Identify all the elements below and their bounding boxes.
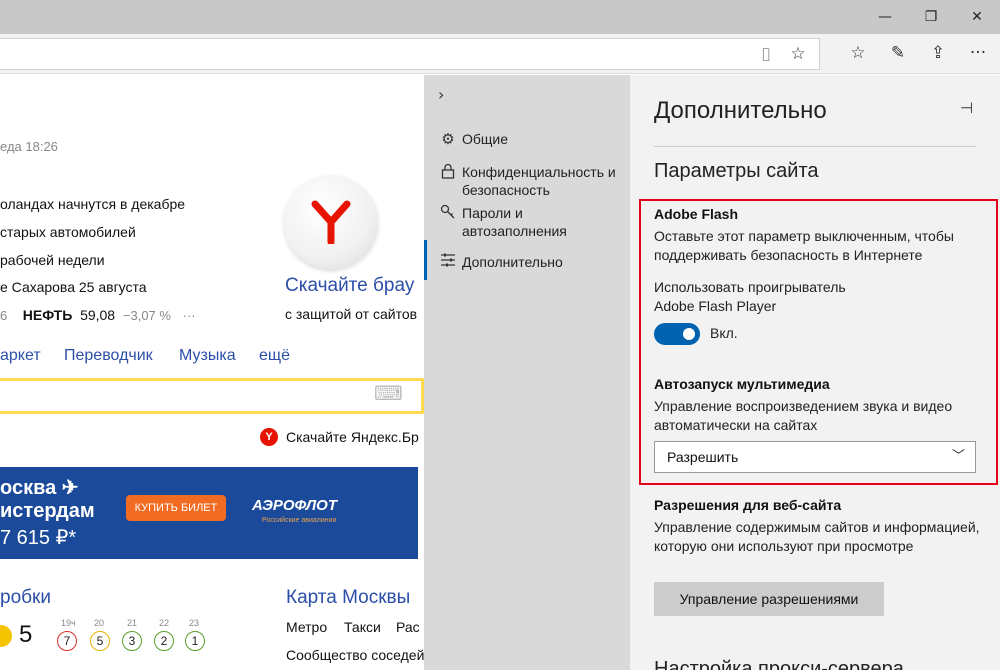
settings-flyout: › ⚙ Общие Конфиденциальность и безопасно… bbox=[424, 75, 1000, 670]
yandex-download-text: Скачайте Яндекс.Бр bbox=[286, 429, 419, 445]
banner-route-from: осква ✈ bbox=[0, 477, 79, 499]
traffic-light-icon bbox=[0, 625, 12, 647]
flash-toggle-description: Использовать проигрыватель Adobe Flash P… bbox=[654, 279, 846, 314]
map-link-community[interactable]: Сообщество соседей bbox=[286, 647, 424, 663]
traffic-title[interactable]: робки bbox=[0, 587, 51, 609]
adobe-flash-heading: Adobe Flash bbox=[654, 206, 739, 222]
nav-item-label: Конфиденциальность и безопасность bbox=[462, 164, 616, 198]
nav-item-passwords[interactable]: Пароли и автозаполнения bbox=[424, 204, 630, 240]
quote-prefix: 6 bbox=[0, 308, 8, 323]
nav-item-label: Дополнительно bbox=[462, 254, 563, 270]
traffic-level: 5 bbox=[19, 621, 33, 648]
download-browser-subtitle: с защитой от сайтов bbox=[285, 306, 418, 322]
more-icon[interactable]: ··· bbox=[958, 34, 998, 72]
autoplay-select[interactable]: Разрешить ﹀ bbox=[654, 441, 976, 473]
news-item[interactable]: старых автомобилей bbox=[0, 224, 136, 240]
site-permissions-description: Управление содержимым сайтов и информаци… bbox=[654, 519, 980, 554]
map-link-metro[interactable]: Метро bbox=[286, 619, 327, 635]
pin-icon[interactable]: ⊣ bbox=[960, 99, 973, 117]
traffic-forecast: 2 bbox=[154, 631, 174, 651]
settings-nav: › ⚙ Общие Конфиденциальность и безопасно… bbox=[424, 75, 630, 670]
oil-label[interactable]: НЕФТЬ bbox=[23, 307, 72, 323]
advanced-settings-pane: Дополнительно ⊣ Параметры сайта Adobe Fl… bbox=[630, 75, 1000, 670]
toggle-knob bbox=[683, 328, 695, 340]
yandex-small-logo-icon: Y bbox=[260, 428, 278, 446]
yandex-search-input[interactable]: ⌨ bbox=[0, 378, 424, 414]
traffic-forecast: 3 bbox=[122, 631, 142, 651]
flash-toggle-switch[interactable] bbox=[654, 323, 700, 345]
minimize-icon[interactable]: — bbox=[862, 0, 908, 34]
traffic-forecast: 1 bbox=[185, 631, 205, 651]
restore-icon[interactable]: ❐ bbox=[908, 0, 954, 34]
autoplay-heading: Автозапуск мультимедиа bbox=[654, 376, 830, 392]
oil-value: 59,08 bbox=[80, 307, 116, 323]
download-browser-link[interactable]: Скачайте брау bbox=[285, 275, 414, 297]
nav-item-label: Общие bbox=[462, 131, 509, 147]
adobe-flash-description: Оставьте этот параметр выключенным, чтоб… bbox=[654, 228, 954, 263]
news-item[interactable]: рабочей недели bbox=[0, 252, 105, 268]
autoplay-selected-value: Разрешить bbox=[667, 449, 739, 465]
key-icon bbox=[424, 204, 462, 224]
nav-item-general[interactable]: ⚙ Общие bbox=[424, 130, 630, 148]
traffic-hour: 19ч bbox=[61, 618, 76, 628]
aeroflot-banner[interactable]: осква ✈ истердам 7 615 ₽* КУПИТЬ БИЛЕТ А… bbox=[0, 467, 418, 559]
map-title[interactable]: Карта Москвы bbox=[286, 587, 410, 609]
pane-title: Дополнительно bbox=[654, 97, 827, 124]
chevron-down-icon: ﹀ bbox=[951, 449, 965, 464]
flash-toggle-state: Вкл. bbox=[710, 325, 738, 341]
quotes-row: 6 НЕФТЬ 59,08 −3,07 % ··· bbox=[0, 307, 196, 323]
yandex-y-icon bbox=[311, 200, 351, 244]
keyboard-icon[interactable]: ⌨ bbox=[374, 381, 403, 405]
favorites-list-icon[interactable]: ☆ bbox=[838, 34, 878, 72]
title-bar: — ❐ ✕ bbox=[0, 0, 1000, 34]
nav-item-label: Пароли и автозаполнения bbox=[462, 205, 567, 239]
quotes-more[interactable]: ··· bbox=[183, 308, 196, 323]
traffic-hour: 20 bbox=[94, 618, 105, 628]
web-page: еда 18:26 оландах начнутся в декабре ста… bbox=[0, 75, 424, 670]
traffic-forecast: 7 bbox=[57, 631, 77, 651]
yandex-browser-logo[interactable] bbox=[284, 175, 378, 269]
site-permissions-heading: Разрешения для веб-сайта bbox=[654, 497, 842, 513]
banner-route-to: истердам bbox=[0, 500, 95, 522]
share-icon[interactable]: ⇪ bbox=[918, 34, 958, 72]
favorite-star-icon[interactable]: ☆ bbox=[778, 35, 818, 73]
traffic-hour: 21 bbox=[127, 618, 138, 628]
oil-change: −3,07 % bbox=[122, 308, 171, 323]
service-link-translate[interactable]: Переводчик bbox=[64, 347, 153, 365]
service-link-market[interactable]: аркет bbox=[0, 347, 41, 365]
service-link-more[interactable]: ещё bbox=[259, 347, 290, 365]
close-icon[interactable]: ✕ bbox=[954, 0, 1000, 34]
nav-item-advanced[interactable]: Дополнительно bbox=[424, 253, 630, 271]
divider bbox=[654, 146, 976, 147]
yandex-download-link[interactable]: Y Скачайте Яндекс.Бр bbox=[260, 428, 419, 446]
lock-icon bbox=[424, 163, 462, 183]
map-link-schedule[interactable]: Рас bbox=[396, 619, 420, 635]
manage-permissions-button[interactable]: Управление разрешениями bbox=[654, 582, 884, 616]
weather-time: еда 18:26 bbox=[0, 139, 58, 154]
nav-item-privacy[interactable]: Конфиденциальность и безопасность bbox=[424, 163, 630, 199]
news-item[interactable]: е Сахарова 25 августа bbox=[0, 279, 147, 295]
browser-toolbar: ▯ ☆ ☆ ✎ ⇪ ··· bbox=[0, 34, 1000, 74]
traffic-hour: 23 bbox=[189, 618, 200, 628]
gear-icon: ⚙ bbox=[441, 130, 455, 148]
address-bar[interactable]: ▯ ☆ bbox=[0, 38, 820, 70]
traffic-hour: 22 bbox=[159, 618, 170, 628]
autoplay-description: Управление воспроизведением звука и виде… bbox=[654, 398, 953, 433]
banner-price: 7 615 ₽* bbox=[0, 527, 77, 549]
site-settings-heading: Параметры сайта bbox=[654, 160, 819, 182]
proxy-settings-heading: Настройка прокси-сервера bbox=[654, 658, 904, 670]
collapse-chevron-icon[interactable]: › bbox=[438, 85, 444, 104]
buy-ticket-button[interactable]: КУПИТЬ БИЛЕТ bbox=[126, 495, 226, 521]
notes-icon[interactable]: ✎ bbox=[878, 34, 918, 72]
sliders-icon bbox=[424, 253, 462, 271]
aeroflot-logo-text: АЭРОФЛОТ bbox=[252, 497, 338, 514]
service-link-music[interactable]: Музыка bbox=[179, 347, 236, 365]
traffic-forecast: 5 bbox=[90, 631, 110, 651]
map-link-taxi[interactable]: Такси bbox=[344, 619, 381, 635]
aeroflot-logo-subtitle: Российские авиалинии bbox=[262, 517, 337, 524]
news-item[interactable]: оландах начнутся в декабре bbox=[0, 196, 185, 212]
